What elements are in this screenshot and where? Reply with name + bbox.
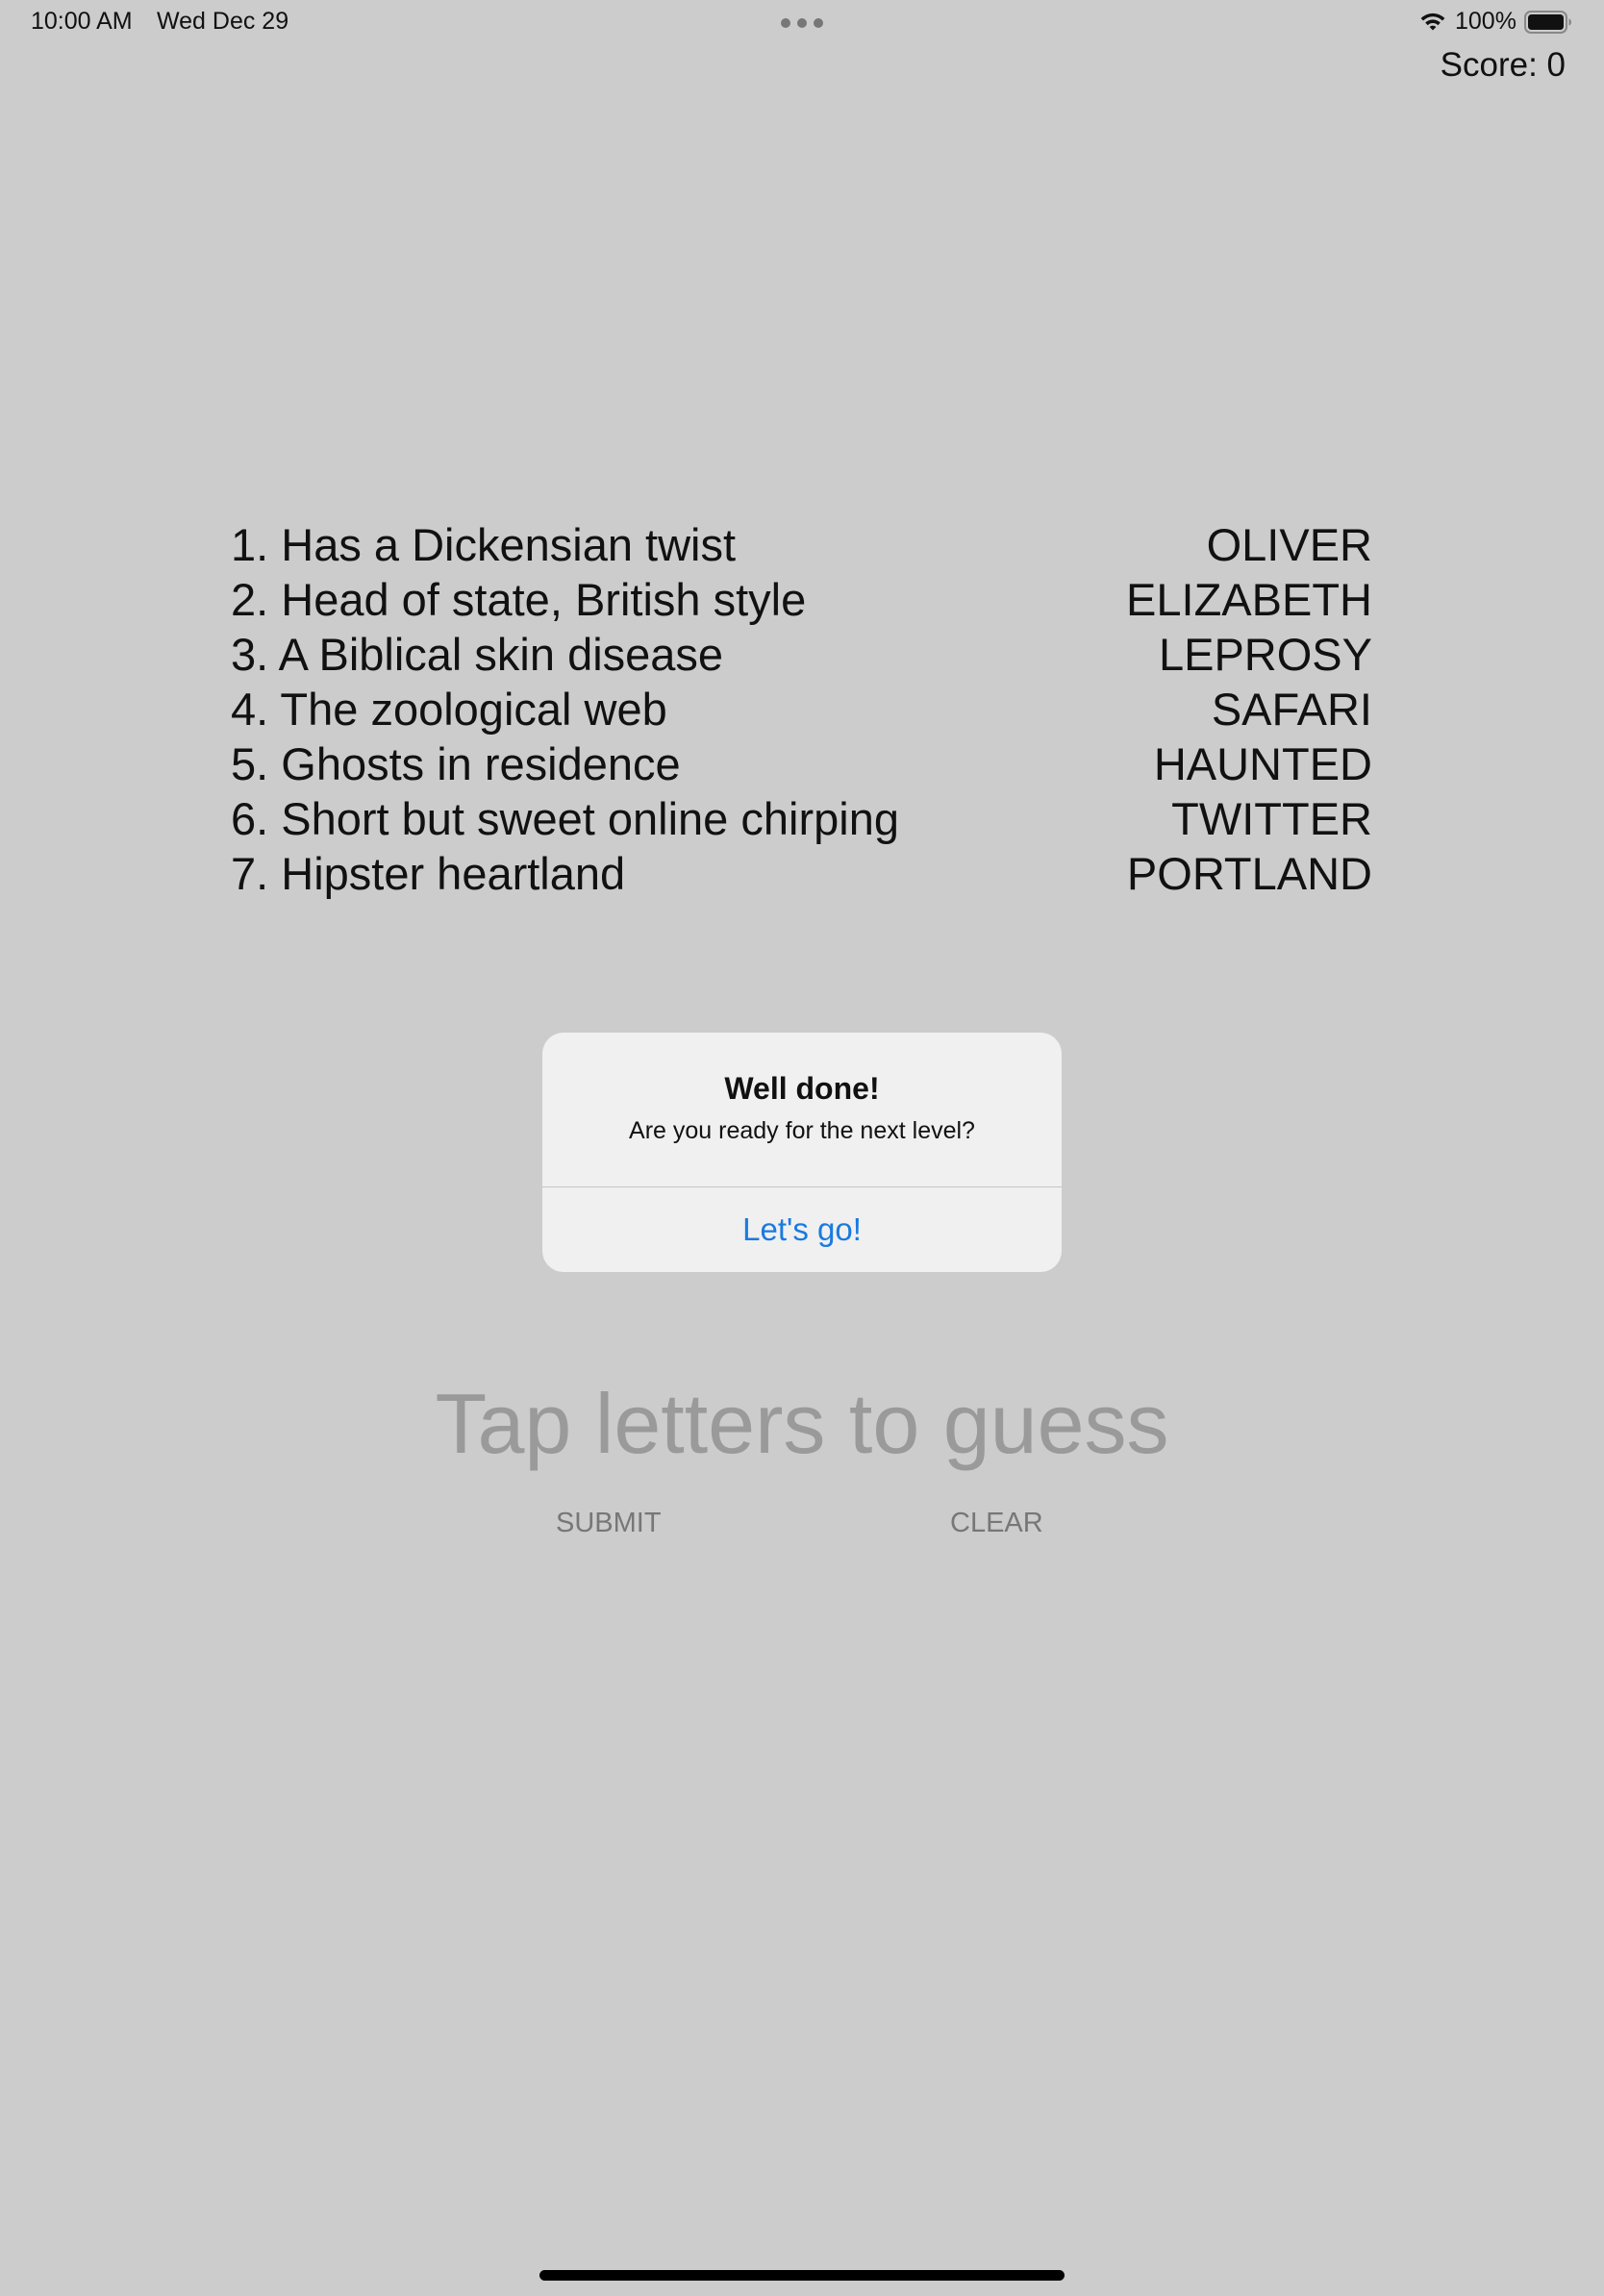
clue-text: 7. Hipster heartland (231, 848, 626, 899)
clue-row: 6. Short but sweet online chirping TWITT… (231, 791, 1372, 846)
score-label: Score: 0 (1440, 46, 1566, 84)
clue-answer: TWITTER (1171, 793, 1372, 844)
clue-answer: HAUNTED (1153, 738, 1372, 789)
clue-row: 7. Hipster heartland PORTLAND (231, 846, 1372, 901)
clue-text: 1. Has a Dickensian twist (231, 519, 737, 570)
clue-answer: ELIZABETH (1126, 574, 1372, 625)
clue-answer: LEPROSY (1158, 629, 1372, 680)
clue-row: 3. A Biblical skin disease LEPROSY (231, 627, 1372, 682)
status-time: 10:00 AM (31, 8, 133, 35)
clue-text: 3. A Biblical skin disease (231, 629, 724, 680)
clue-row: 4. The zoological web SAFARI (231, 682, 1372, 736)
guess-placeholder: Tap letters to guess (435, 1376, 1169, 1471)
submit-button[interactable]: SUBMIT (556, 1508, 662, 1539)
clue-list: 1. Has a Dickensian twist OLIVER 2. Head… (231, 517, 1372, 901)
status-date: Wed Dec 29 (157, 8, 289, 35)
clue-answer: SAFARI (1211, 684, 1372, 735)
clear-button[interactable]: CLEAR (950, 1508, 1043, 1539)
clue-text: 6. Short but sweet online chirping (231, 793, 899, 844)
alert-dialog: Well done! Are you ready for the next le… (542, 1033, 1062, 1272)
wifi-icon (1420, 12, 1445, 31)
alert-message: Are you ready for the next level? (629, 1117, 975, 1144)
lets-go-button[interactable]: Let's go! (542, 1187, 1062, 1272)
battery-icon (1524, 11, 1571, 34)
clue-row: 1. Has a Dickensian twist OLIVER (231, 517, 1372, 572)
alert-title: Well done! (724, 1071, 880, 1106)
clue-answer: OLIVER (1206, 519, 1372, 570)
clue-text: 4. The zoological web (231, 684, 667, 735)
clue-row: 2. Head of state, British style ELIZABET… (231, 572, 1372, 627)
home-indicator[interactable] (539, 2270, 1065, 2281)
clue-text: 5. Ghosts in residence (231, 738, 681, 789)
more-dots-icon[interactable] (781, 18, 823, 28)
clue-answer: PORTLAND (1126, 848, 1372, 899)
battery-percent: 100% (1455, 8, 1516, 35)
clue-row: 5. Ghosts in residence HAUNTED (231, 736, 1372, 791)
clue-text: 2. Head of state, British style (231, 574, 807, 625)
